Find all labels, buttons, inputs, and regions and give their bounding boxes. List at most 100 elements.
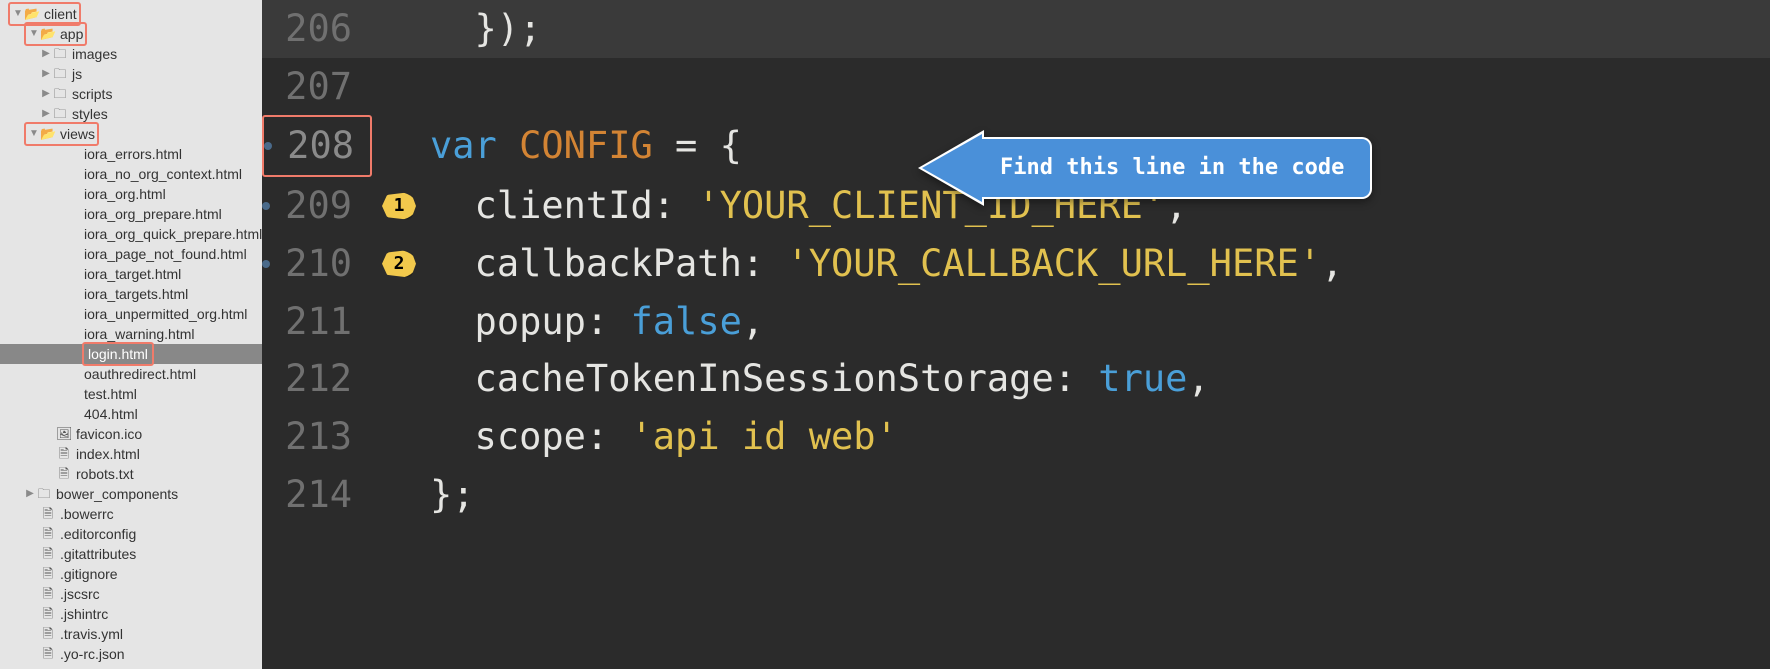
tree-file[interactable]: iora_org_quick_prepare.html <box>0 224 262 244</box>
tree-folder-bower[interactable]: ▶ 🗀 bower_components <box>0 484 262 504</box>
tree-label: .travis.yml <box>58 624 123 644</box>
dirty-dot-icon <box>262 260 270 268</box>
token-punct: : <box>1054 357 1099 400</box>
code-line[interactable]: 2102 callbackPath: 'YOUR_CALLBACK_URL_HE… <box>262 235 1770 293</box>
tree-folder-images[interactable]: ▶ 🗀 images <box>0 44 262 64</box>
line-number: 206 <box>262 0 372 58</box>
tree-file[interactable]: login.html <box>0 344 262 364</box>
dirty-dot-icon <box>264 142 272 150</box>
line-number: 214 <box>262 466 372 524</box>
chevron-right-icon: ▶ <box>24 484 36 504</box>
file-icon: 🗎 <box>56 464 72 484</box>
file-icon: 🗎 <box>56 444 72 464</box>
file-tree-sidebar[interactable]: ▼ 📂 client ▼ 📂 app ▶ 🗀 images ▶ 🗀 js ▶ 🗀 <box>0 0 262 669</box>
token-punct: : <box>586 415 631 458</box>
tree-file[interactable]: iora_errors.html <box>0 144 262 164</box>
tree-file[interactable]: 🗎.bowerrc <box>0 504 262 524</box>
chevron-right-icon: ▶ <box>40 44 52 64</box>
tree-file[interactable]: iora_org.html <box>0 184 262 204</box>
tree-file[interactable]: iora_org_prepare.html <box>0 204 262 224</box>
tree-file-favicon[interactable]: 🖼 favicon.ico <box>0 424 262 444</box>
tree-folder-app[interactable]: ▼ 📂 app <box>0 24 262 44</box>
tree-label: app <box>58 24 83 44</box>
image-icon: 🖼 <box>56 424 72 444</box>
tree-file[interactable]: iora_warning.html <box>0 324 262 344</box>
tree-file[interactable]: iora_unpermitted_org.html <box>0 304 262 324</box>
tree-folder-styles[interactable]: ▶ 🗀 styles <box>0 104 262 124</box>
folder-icon: 🗀 <box>36 484 52 504</box>
line-number: 213 <box>262 408 372 466</box>
token-prop: cacheTokenInSessionStorage <box>430 357 1054 400</box>
tree-label: .jshintrc <box>58 604 108 624</box>
tree-label: iora_no_org_context.html <box>82 164 242 184</box>
tree-label: bower_components <box>54 484 178 504</box>
code-line[interactable]: 212 cacheTokenInSessionStorage: true, <box>262 350 1770 408</box>
chevron-down-icon: ▼ <box>12 4 24 24</box>
code-editor[interactable]: 206 });207208var CONFIG = {2091 clientId… <box>262 0 1770 669</box>
tree-label: login.html <box>82 342 154 366</box>
tree-file-index[interactable]: 🗎 index.html <box>0 444 262 464</box>
chevron-down-icon: ▼ <box>28 124 40 144</box>
tree-label: iora_org_quick_prepare.html <box>82 224 262 244</box>
file-icon: 🗎 <box>40 564 56 584</box>
code-content[interactable]: }); <box>372 0 541 58</box>
tree-file[interactable]: oauthredirect.html <box>0 364 262 384</box>
tree-label: client <box>42 4 77 24</box>
tree-file[interactable]: 🗎.gitignore <box>0 564 262 584</box>
line-number: 209 <box>262 177 372 235</box>
tree-label: views <box>58 124 95 144</box>
token-punct: = { <box>653 124 742 167</box>
code-line[interactable]: 214}; <box>262 466 1770 524</box>
code-content[interactable]: var CONFIG = { <box>372 117 742 175</box>
tree-file[interactable]: 🗎.jscsrc <box>0 584 262 604</box>
tree-file[interactable]: 404.html <box>0 404 262 424</box>
tree-file[interactable]: iora_page_not_found.html <box>0 244 262 264</box>
file-icon: 🗎 <box>40 544 56 564</box>
code-content[interactable]: cacheTokenInSessionStorage: true, <box>372 350 1210 408</box>
tree-folder-client[interactable]: ▼ 📂 client <box>0 4 262 24</box>
token-var: CONFIG <box>519 124 653 167</box>
tree-label: iora_page_not_found.html <box>82 244 247 264</box>
tree-file[interactable]: iora_targets.html <box>0 284 262 304</box>
tree-label: .yo-rc.json <box>58 644 125 664</box>
token-punct: : <box>586 300 631 343</box>
tree-file[interactable]: 🗎.jshintrc <box>0 604 262 624</box>
callout-text: Find this line in the code <box>982 137 1372 199</box>
code-content[interactable]: 2 callbackPath: 'YOUR_CALLBACK_URL_HERE'… <box>372 235 1343 293</box>
file-icon: 🗎 <box>40 604 56 624</box>
tree-label: iora_targets.html <box>82 284 188 304</box>
code-line[interactable]: 213 scope: 'api id web' <box>262 408 1770 466</box>
tree-file[interactable]: 🗎.editorconfig <box>0 524 262 544</box>
tree-file[interactable]: 🗎.yo-rc.json <box>0 644 262 664</box>
tree-file[interactable]: iora_target.html <box>0 264 262 284</box>
tree-file[interactable]: 🗎.gitattributes <box>0 544 262 564</box>
code-line[interactable]: 207 <box>262 58 1770 116</box>
token-bool: true <box>1098 357 1187 400</box>
tree-label: .gitattributes <box>58 544 136 564</box>
code-line[interactable]: 211 popup: false, <box>262 293 1770 351</box>
code-content[interactable]: scope: 'api id web' <box>372 408 898 466</box>
tree-label: .bowerrc <box>58 504 114 524</box>
file-icon: 🗎 <box>40 504 56 524</box>
tree-label: js <box>70 64 82 84</box>
tree-label: scripts <box>70 84 112 104</box>
tree-file[interactable]: 🗎.travis.yml <box>0 624 262 644</box>
tree-folder-views[interactable]: ▼ 📂 views <box>0 124 262 144</box>
token-prop: popup <box>430 300 586 343</box>
tree-file-robots[interactable]: 🗎 robots.txt <box>0 464 262 484</box>
tree-folder-js[interactable]: ▶ 🗀 js <box>0 64 262 84</box>
chevron-right-icon: ▶ <box>40 104 52 124</box>
tree-label: .gitignore <box>58 564 118 584</box>
token-bool: false <box>631 300 742 343</box>
tree-label: robots.txt <box>74 464 134 484</box>
chevron-right-icon: ▶ <box>40 64 52 84</box>
folder-icon: 🗀 <box>52 44 68 64</box>
line-number: 212 <box>262 350 372 408</box>
code-content[interactable]: popup: false, <box>372 293 764 351</box>
token-str: 'api id web' <box>631 415 898 458</box>
tree-file[interactable]: iora_no_org_context.html <box>0 164 262 184</box>
token-str: 'YOUR_CALLBACK_URL_HERE' <box>786 242 1321 285</box>
code-content[interactable]: }; <box>372 466 475 524</box>
tree-file[interactable]: test.html <box>0 384 262 404</box>
tree-folder-scripts[interactable]: ▶ 🗀 scripts <box>0 84 262 104</box>
